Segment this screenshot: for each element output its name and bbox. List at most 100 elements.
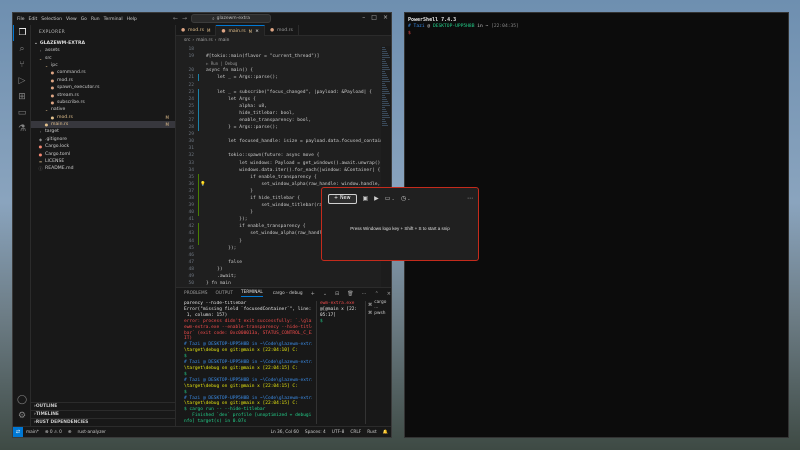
source-control-icon[interactable]: ⑂ [13, 57, 31, 73]
status-right-item[interactable]: Spaces: 4 [302, 430, 329, 435]
tree-item-label: subscribe.rs [57, 99, 85, 105]
gear-icon[interactable]: ⚙ [13, 408, 31, 424]
status-right-item[interactable]: UTF-8 [329, 430, 348, 435]
lightbulb-icon[interactable]: 💡 [200, 182, 206, 187]
code-line: 23 let _ = subscribe("focus_changed", |p… [176, 88, 381, 96]
tree-item[interactable]: ● Cargo.toml [31, 150, 175, 157]
menu-item-go[interactable]: Go [81, 17, 87, 22]
code-text: }); [206, 245, 237, 251]
account-icon[interactable]: ◯ [13, 392, 31, 408]
video-mode-icon[interactable]: ▶ [374, 195, 379, 202]
code-line: 33 let windows: Payload = get_windows().… [176, 160, 383, 167]
new-snip-button[interactable]: + New [328, 193, 357, 204]
command-center: ← → ⌕ glazewm-extra [173, 14, 272, 23]
extensions-icon[interactable]: ⊞ [13, 89, 31, 105]
remote-indicator-icon[interactable]: ⇄ [13, 426, 23, 437]
status-right-item[interactable]: 🔔 [380, 430, 391, 435]
trash-icon[interactable]: 🗑 [347, 291, 353, 297]
project-root[interactable]: ⌄ GLAZEWM-EXTRA [31, 39, 175, 47]
menu-item-help[interactable]: Help [127, 17, 137, 22]
forward-arrow-icon[interactable]: → [182, 15, 187, 22]
menu-item-run[interactable]: Run [91, 17, 100, 22]
close-icon[interactable]: × [255, 29, 259, 34]
code-line: 35 if enable_transparency { [176, 173, 381, 181]
status-left-item[interactable]: main* [23, 430, 42, 435]
line-number: 18 [188, 47, 194, 53]
close-icon[interactable]: × [383, 14, 388, 21]
run-debug-icon[interactable]: ▷ [13, 73, 31, 89]
chevron-down-icon[interactable]: ⌄ [391, 196, 394, 201]
back-arrow-icon[interactable]: ← [173, 15, 178, 22]
menu-item-edit[interactable]: Edit [29, 17, 38, 22]
tree-item[interactable]: ≡ LICENSE [31, 158, 175, 165]
editor-tab[interactable]: ● mod.rs [265, 25, 299, 36]
sidebar-section-timeline[interactable]: › TIMELINE [31, 410, 175, 418]
window-controls: – □ × [362, 14, 388, 21]
tree-item[interactable]: ● stream.rs [31, 91, 175, 98]
tree-item[interactable]: ● Cargo.lock [31, 143, 175, 150]
maximize-panel-icon[interactable]: ⌃ [375, 291, 379, 297]
status-left-item[interactable]: ⊕ [65, 430, 75, 435]
panel-tab-output[interactable]: OUTPUT [215, 291, 233, 296]
tree-item[interactable]: ● mod.rs [31, 77, 175, 84]
tree-item[interactable]: ● main.rs M [31, 120, 175, 129]
tree-item[interactable]: ● mod.rs M [31, 114, 175, 121]
tree-item[interactable]: ● spawn_executor.rs [31, 84, 175, 91]
more-options-icon[interactable]: ⋯ [467, 195, 473, 202]
delay-timer-icon[interactable]: ◷ [401, 195, 406, 202]
tree-item[interactable]: ● subscribe.rs [31, 99, 175, 106]
status-right-item[interactable]: Rust [364, 430, 379, 435]
screenshot-mode-icon[interactable]: ▣ [363, 195, 369, 202]
breadcrumb-item[interactable]: main [218, 38, 229, 43]
chevron-down-icon[interactable]: ⌄ [323, 291, 327, 297]
maximize-icon[interactable]: □ [371, 14, 377, 21]
powershell-prompt: # Tazi @ DESKTOP-UPP5H8B in ~ [22:04:35] [408, 24, 519, 29]
status-right-item[interactable]: CRLF [347, 430, 364, 435]
terminal-split[interactable]: ewm-extra.exe @[@main x [22: 05:17] $ [316, 301, 362, 424]
powershell-version: PowerShell 7.4.3 [408, 17, 457, 23]
terminal-list-item[interactable]: ⌘ pwsh [368, 309, 391, 317]
remote-explorer-icon[interactable]: ▭ [13, 105, 31, 121]
terminal-name[interactable]: cargo - debug [273, 291, 303, 296]
activity-bar-bottom: ◯ ⚙ [13, 392, 31, 424]
tree-item[interactable]: › assets [31, 47, 175, 54]
breadcrumb-item[interactable]: main.rs [196, 38, 212, 43]
testing-icon[interactable]: ⚗ [13, 121, 31, 137]
line-number: 26 [188, 110, 194, 116]
status-left-item[interactable]: rust-analyzer [75, 430, 109, 435]
terminal-list-item[interactable]: ⌘ cargo ... [368, 300, 391, 310]
breadcrumb-item[interactable]: src [184, 38, 190, 43]
editor-tab[interactable]: ● main.rs M × [216, 25, 265, 36]
tree-item[interactable]: ⌄ native [31, 106, 175, 113]
sidebar-section-outline[interactable]: › OUTLINE [31, 402, 175, 410]
tree-item[interactable]: ◆ .gitignore [31, 136, 175, 143]
editor-tab[interactable]: ● mod.rs M [176, 25, 217, 36]
plus-icon[interactable]: + [311, 291, 315, 297]
menu-item-file[interactable]: File [17, 17, 25, 22]
status-right-item[interactable]: Ln 36, Col 60 [268, 430, 302, 435]
explorer-icon[interactable]: ❐ [13, 25, 31, 41]
tree-item[interactable]: ⓘ README.md [31, 165, 175, 172]
chevron-down-icon[interactable]: ⌄ [407, 196, 410, 201]
split-terminal-icon[interactable]: ⊟ [335, 291, 339, 297]
menu-item-selection[interactable]: Selection [41, 17, 62, 22]
panel-tab-problems[interactable]: PROBLEMS [184, 291, 207, 296]
panel-tab-terminal[interactable]: TERMINAL [240, 290, 263, 297]
more-options-icon[interactable]: ⋯ [362, 291, 367, 297]
code-lens[interactable]: ▷ Run | Debug [202, 61, 237, 66]
tree-item[interactable]: ⌄ src [31, 54, 175, 61]
tree-item[interactable]: ● command.rs [31, 69, 175, 76]
minimize-icon[interactable]: – [362, 14, 365, 21]
command-center-search[interactable]: ⌕ glazewm-extra [191, 14, 272, 23]
menu-item-view[interactable]: View [66, 17, 77, 22]
snip-shape-icon[interactable]: ▭ [385, 195, 391, 202]
close-icon[interactable]: × [387, 291, 391, 297]
menu-item-terminal[interactable]: Terminal [104, 17, 123, 22]
status-left-item[interactable]: ⊗ 0 ⚠ 0 [42, 430, 65, 435]
sidebar-section-rust-dependencies[interactable]: › RUST DEPENDENCIES [31, 418, 175, 426]
terminal-output[interactable]: parency --hide-titlebar` Error("missing f… [184, 301, 312, 424]
line-number: 50 [188, 281, 194, 287]
tree-item[interactable]: › target [31, 128, 175, 135]
search-icon[interactable]: ⌕ [13, 41, 31, 57]
tree-item[interactable]: ⌄ ipc [31, 62, 175, 69]
